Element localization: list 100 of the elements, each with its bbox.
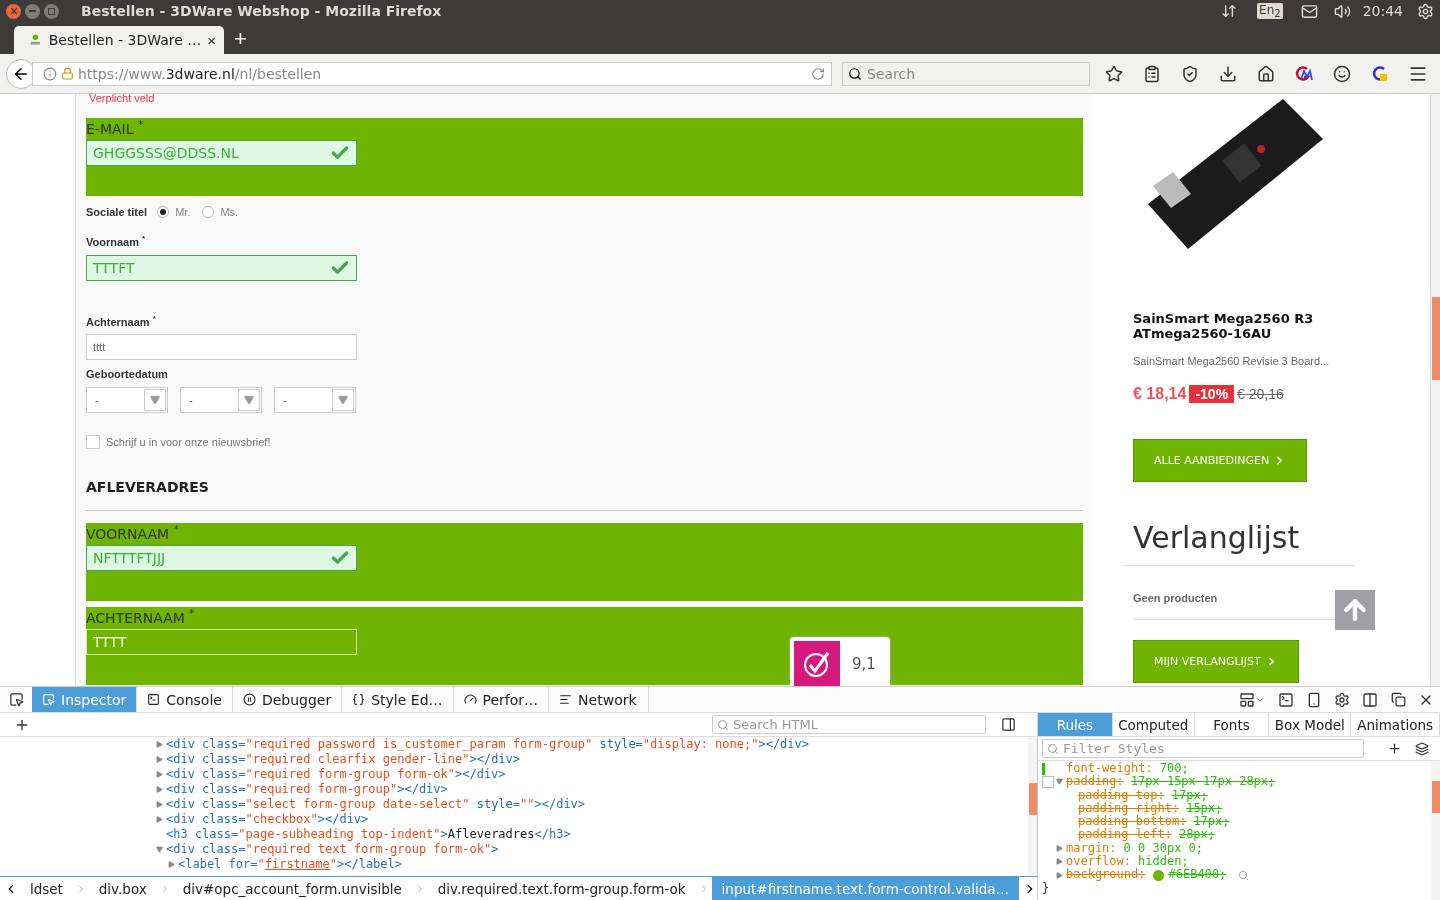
markup-line[interactable]: <div class="checkbox"></div> xyxy=(166,812,369,827)
search-icon xyxy=(1047,743,1059,755)
collapsed-arrow-icon[interactable] xyxy=(156,771,166,778)
scrollbar-thumb[interactable] xyxy=(1432,297,1440,380)
markup-line[interactable]: <div class="required form-group form-ok"></div> xyxy=(166,767,506,782)
checkbox-label[interactable]: Schrijf u in voor onze nieuwsbrief! xyxy=(106,436,271,449)
field-label: Sociale titel xyxy=(86,206,148,218)
sidebar-tab[interactable]: Rules xyxy=(1038,713,1113,736)
collapsed-arrow-icon[interactable] xyxy=(156,756,166,763)
product-title[interactable]: SainSmart Mega2560 R3 ATmega2560-16AU xyxy=(1133,311,1343,341)
devtools-tab[interactable]: Style Ed… xyxy=(342,687,454,712)
markup-line[interactable]: <div class="required clearfix gender-line"></div> xyxy=(166,752,521,767)
lines-icon xyxy=(559,693,573,706)
reload-icon xyxy=(811,66,825,81)
css-property: padding-top: xyxy=(1078,788,1165,802)
search-html-field[interactable]: Search HTML xyxy=(712,715,986,734)
inspector-icon xyxy=(42,693,55,706)
css-property: padding-right: xyxy=(1078,801,1180,816)
gauge-icon xyxy=(463,693,477,706)
error-message: Verplicht veld xyxy=(89,94,156,104)
markup-line[interactable]: <div class="required form-group"></div> xyxy=(166,782,448,797)
markup-line[interactable]: <div class="required text form-group form-ok"> xyxy=(166,842,499,857)
breadcrumb[interactable]: div#opc_account_form.unvisible xyxy=(172,877,412,900)
search-field[interactable]: Search xyxy=(842,61,1090,86)
devtools-tab[interactable]: Perfor… xyxy=(453,687,550,712)
checkbox[interactable] xyxy=(86,435,100,450)
sidebar-tab[interactable]: Fonts xyxy=(1194,713,1270,736)
sidebar-tab[interactable]: Box Model xyxy=(1269,713,1352,736)
css-property[interactable]: padding: xyxy=(1066,775,1124,789)
closing-brace: } xyxy=(1042,881,1051,895)
css-property: padding-left: xyxy=(1078,828,1172,842)
css-property[interactable]: background: xyxy=(1066,868,1146,882)
radio-label[interactable]: Mr. xyxy=(175,206,191,218)
maximize-icon[interactable] xyxy=(44,3,59,19)
minimize-icon[interactable] xyxy=(25,3,40,19)
radio-button[interactable] xyxy=(202,206,215,218)
pause-icon xyxy=(242,693,256,706)
css-property[interactable]: overflow: xyxy=(1066,855,1132,869)
devtools-tab[interactable]: Network xyxy=(549,687,650,712)
scrollbar-thumb[interactable] xyxy=(1432,781,1440,813)
volume-icon xyxy=(1333,2,1351,20)
browser-tab[interactable]: Bestellen - 3DWare … × xyxy=(14,26,224,54)
product-description: SainSmart Mega2560 Revisie 3 Board... xyxy=(1133,355,1331,367)
markup-line[interactable]: <label for="firstname"></label> xyxy=(178,857,402,872)
radio-label[interactable]: Ms. xyxy=(220,206,239,218)
color-swatch[interactable] xyxy=(1153,869,1165,881)
collapsed-arrow-icon[interactable] xyxy=(156,786,166,793)
field-label: Voornaam $^{*}$ xyxy=(86,234,147,248)
search-icon xyxy=(717,719,729,731)
checkbox[interactable] xyxy=(1042,775,1054,788)
window-title: Bestellen - 3DWare Webshop - Mozilla Firefox xyxy=(81,3,443,19)
scroll-to-top-button[interactable] xyxy=(1335,590,1375,630)
keyboard-layout-indicator[interactable]: En$_{2}$ xyxy=(1257,2,1283,20)
filter-styles-field[interactable]: Filter Styles xyxy=(1042,739,1364,758)
collapsed-arrow-icon[interactable] xyxy=(156,741,166,748)
collapsed-arrow-icon[interactable] xyxy=(156,801,166,808)
collapsed-arrow-icon[interactable] xyxy=(1056,871,1066,879)
collapsed-arrow-icon[interactable] xyxy=(1056,844,1066,852)
expanded-arrow-icon[interactable] xyxy=(156,846,166,853)
sidebar-tab[interactable]: Computed xyxy=(1112,713,1195,736)
new-tab-button[interactable]: + xyxy=(234,28,247,54)
field-label: Geboortedatum xyxy=(86,368,169,381)
rating-widget[interactable]: 9,1 xyxy=(790,637,890,686)
collapsed-arrow-icon[interactable] xyxy=(156,816,166,823)
markup-line[interactable]: <div class="required password is_customer_param form-group" style="display: none;"></div> xyxy=(166,737,809,752)
field-label: Achternaam $^{*}$ xyxy=(86,313,157,328)
breadcrumb[interactable]: div.box xyxy=(88,877,157,900)
braces-icon xyxy=(352,693,366,706)
markup-line[interactable]: <h3 class="page-subheading top-indent">Afleveradres</h3> xyxy=(166,827,571,842)
dropdown[interactable]: - xyxy=(180,387,262,414)
radio-button[interactable] xyxy=(157,206,170,218)
breadcrumb[interactable]: input#firstname.text.form-control.valida… xyxy=(711,877,1020,900)
expanded-arrow-icon[interactable] xyxy=(1056,778,1066,786)
input-field[interactable]: tttt xyxy=(86,334,357,361)
devtools-tab[interactable]: Debugger xyxy=(232,687,343,712)
lock-icon xyxy=(61,67,74,80)
scrollbar-thumb[interactable] xyxy=(1029,783,1037,815)
field-label: E-MAIL $^{*}$ xyxy=(86,118,144,139)
css-value: 15px; xyxy=(1186,801,1223,816)
markup-line[interactable]: <div class="select form-group date-select" style=""></div> xyxy=(166,797,586,812)
collapsed-arrow-icon[interactable] xyxy=(168,861,178,868)
dropdown[interactable]: - xyxy=(86,387,168,414)
collapsed-arrow-icon[interactable] xyxy=(1056,858,1066,866)
css-value: 28px; xyxy=(1178,828,1216,842)
css-property[interactable]: font-weight: xyxy=(1066,762,1153,776)
css-property[interactable]: margin: xyxy=(1066,841,1117,856)
devtools-tab[interactable]: Inspector xyxy=(32,687,138,712)
rating-score: 9,1 xyxy=(852,655,876,673)
clock[interactable]: 20:44 xyxy=(1362,3,1403,19)
discount-badge: -10% xyxy=(1189,385,1235,403)
dropdown[interactable]: - xyxy=(274,387,356,414)
devtools-tab[interactable]: Console xyxy=(137,687,233,712)
url-field[interactable]: https://www.3dware.nl/nl/bestellen xyxy=(32,61,832,86)
tab-close-button[interactable]: × xyxy=(207,31,216,49)
css-value: 17px; xyxy=(1193,815,1230,829)
mail-icon xyxy=(1300,2,1318,20)
breadcrumb[interactable]: div.required.text.form-group.form-ok xyxy=(427,877,696,900)
sidebar-tab[interactable]: Animations xyxy=(1351,713,1440,736)
settings-icon xyxy=(1417,2,1434,20)
breadcrumb[interactable]: ldset xyxy=(19,877,73,900)
